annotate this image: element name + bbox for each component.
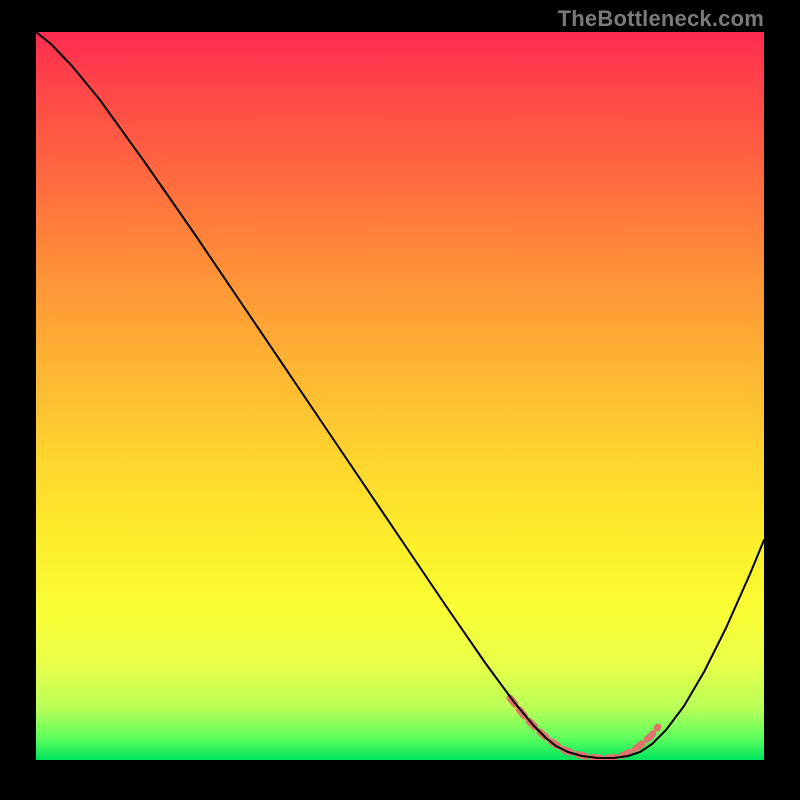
main-curve-path — [36, 32, 764, 758]
chart-svg — [36, 32, 764, 760]
watermark-text: TheBottleneck.com — [558, 6, 764, 32]
plot-area — [36, 32, 764, 760]
marker-band-path — [510, 698, 658, 758]
